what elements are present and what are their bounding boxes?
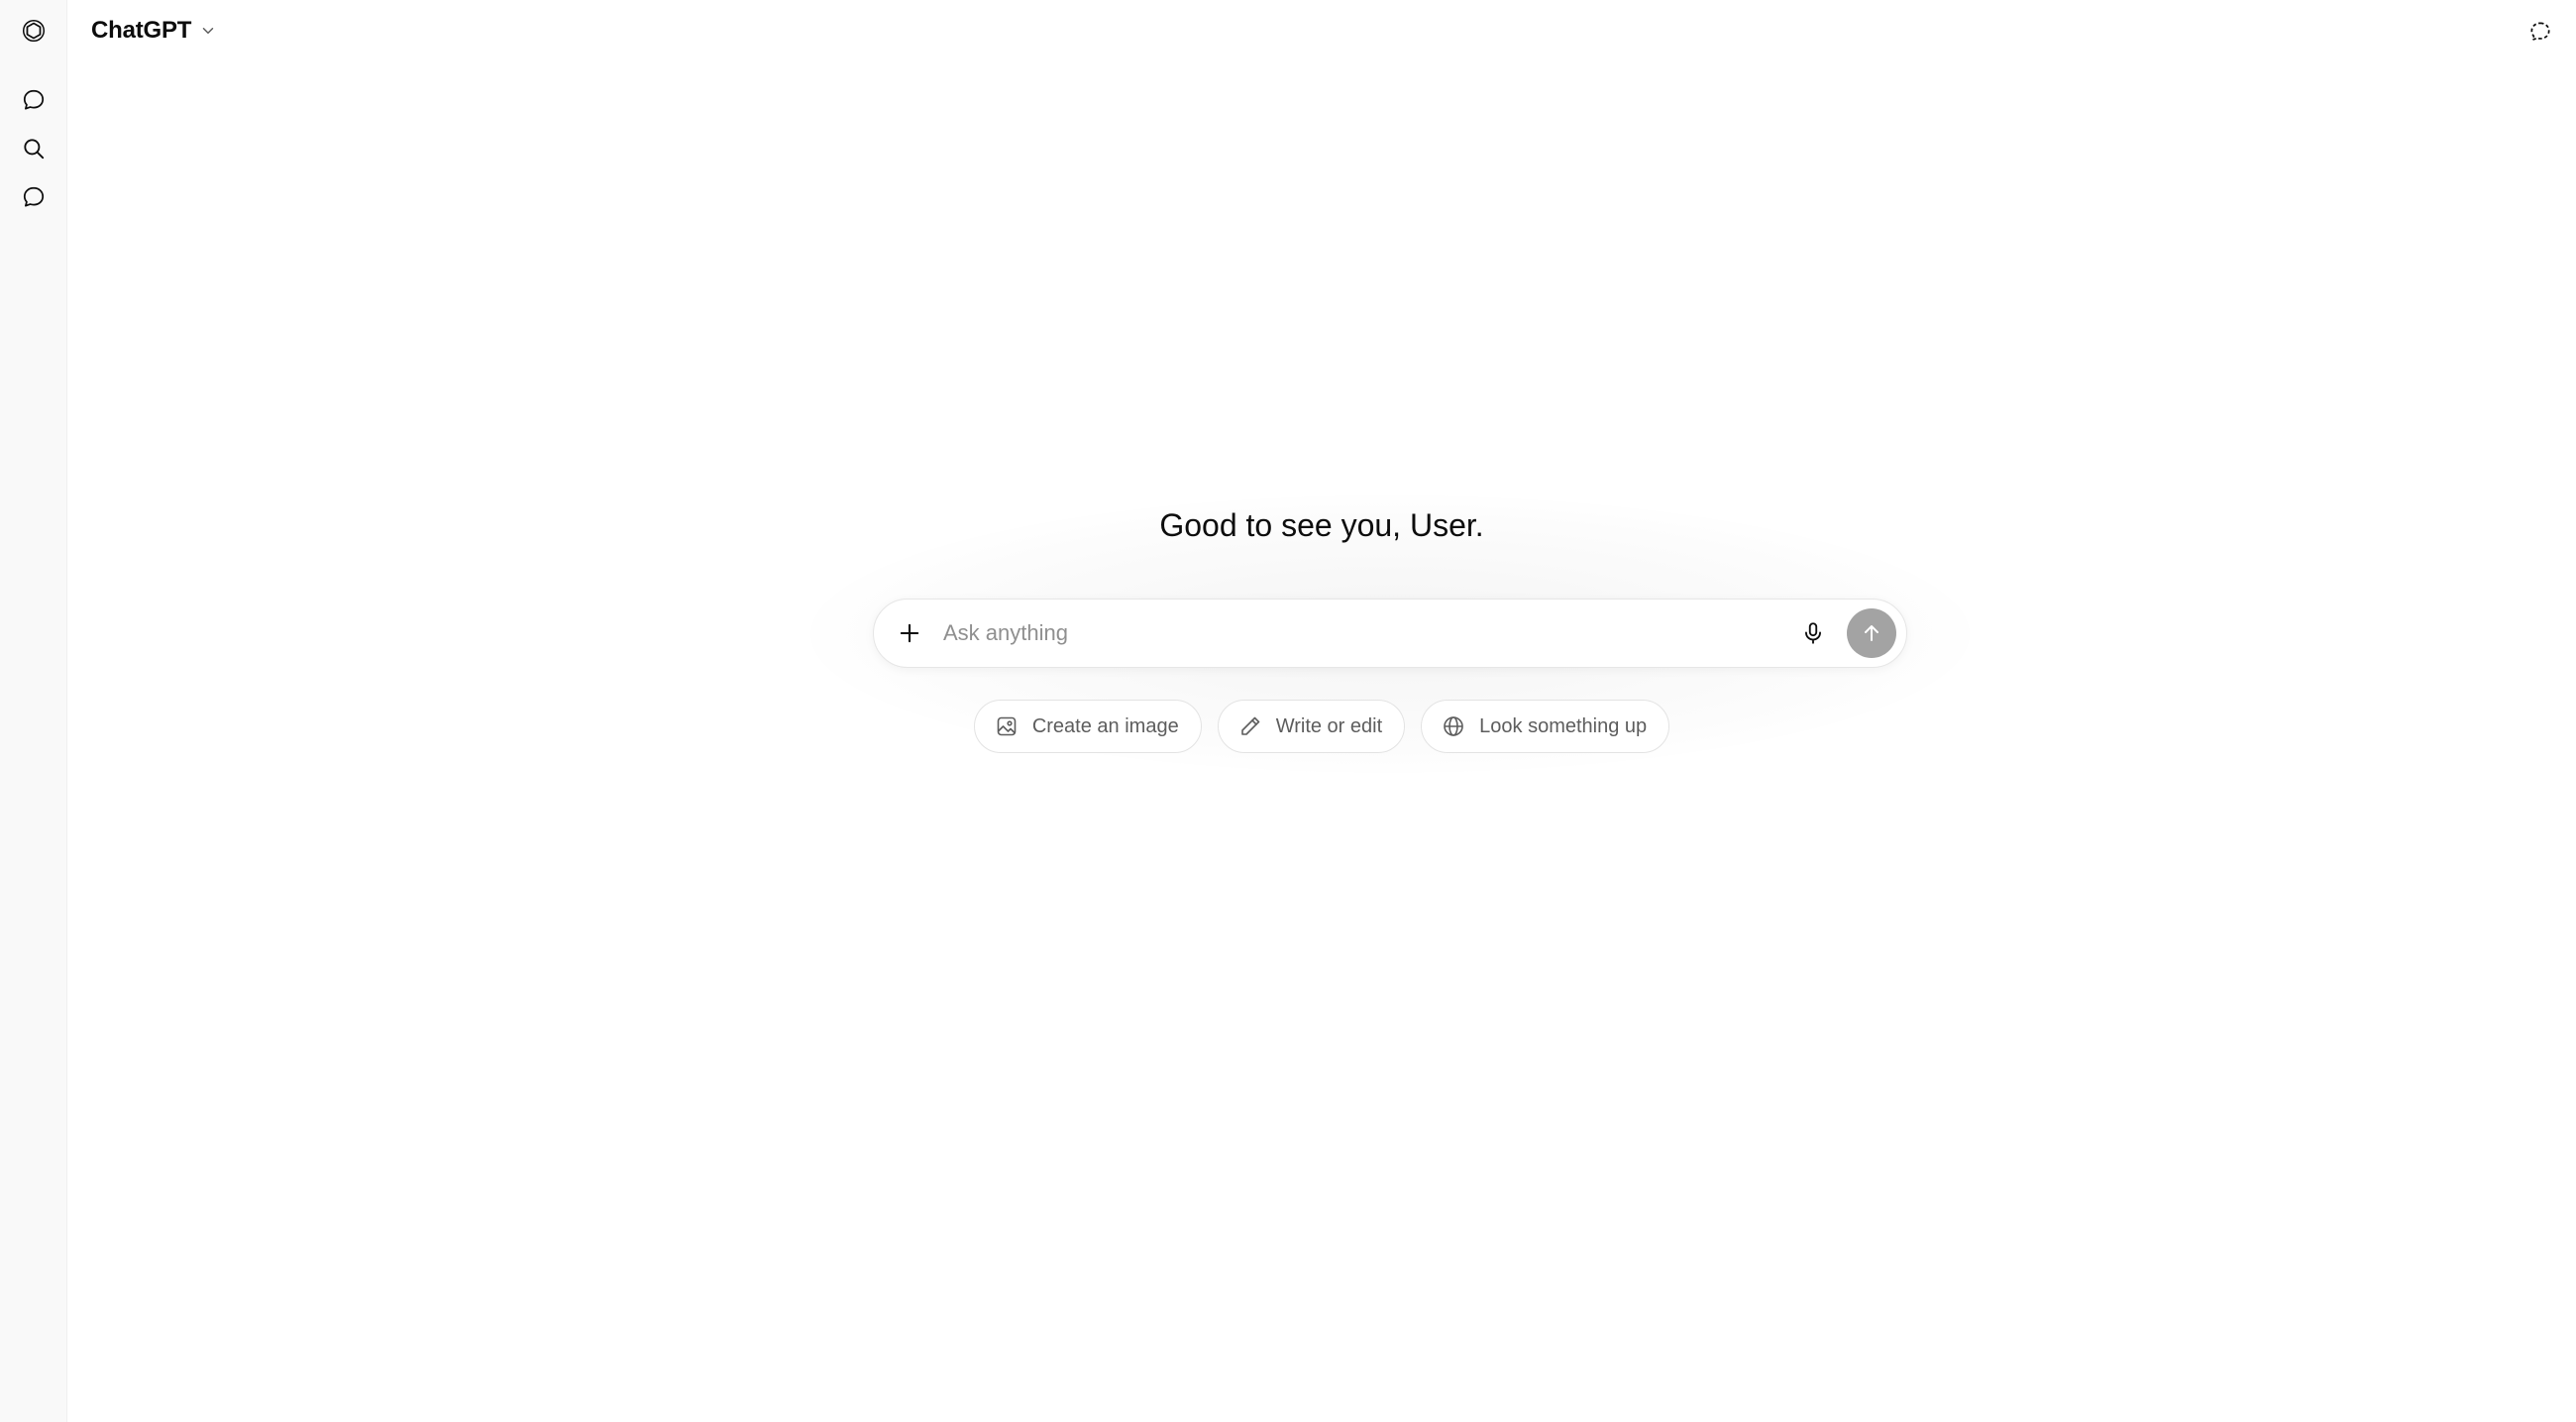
microphone-icon <box>1805 622 1821 644</box>
sidebar-item-search[interactable] <box>10 125 57 172</box>
voice-input-button[interactable] <box>1791 611 1835 655</box>
new-chat-icon <box>23 89 45 110</box>
greeting-heading: Good to see you, User. <box>1159 507 1484 543</box>
suggestion-look-up[interactable]: Look something up <box>1421 700 1670 753</box>
pencil-icon <box>1240 716 1260 735</box>
suggestion-chips: Create an image Write or edit Look somet… <box>67 700 2576 753</box>
composer <box>873 599 1907 668</box>
main-area: Good to see you, User. Ask anything Crea… <box>67 0 2576 1422</box>
suggestion-write-edit[interactable]: Write or edit <box>1217 700 1406 753</box>
prompt-input[interactable] <box>943 613 1791 653</box>
chip-label: Write or edit <box>1275 714 1383 737</box>
send-button[interactable] <box>1847 608 1896 658</box>
chip-label: Look something up <box>1479 714 1648 737</box>
sidebar-item-new-chat[interactable] <box>10 76 57 124</box>
image-icon <box>997 716 1017 736</box>
globe-icon <box>1444 716 1463 736</box>
chip-label: Create an image <box>1031 714 1179 737</box>
chatgpt-app: ChatGPT Good to see you, User. Ask anyth… <box>0 0 2576 1422</box>
suggestion-create-image[interactable]: Create an image <box>973 700 1202 753</box>
arrow-up-icon <box>1865 625 1878 641</box>
sidebar-rail <box>0 0 67 1422</box>
plus-icon <box>900 623 919 643</box>
chat-bubble-icon <box>23 186 45 207</box>
attach-button[interactable] <box>888 611 931 655</box>
openai-logo-icon[interactable] <box>10 7 57 55</box>
sidebar-item-chats[interactable] <box>10 173 57 221</box>
search-icon <box>24 139 45 160</box>
